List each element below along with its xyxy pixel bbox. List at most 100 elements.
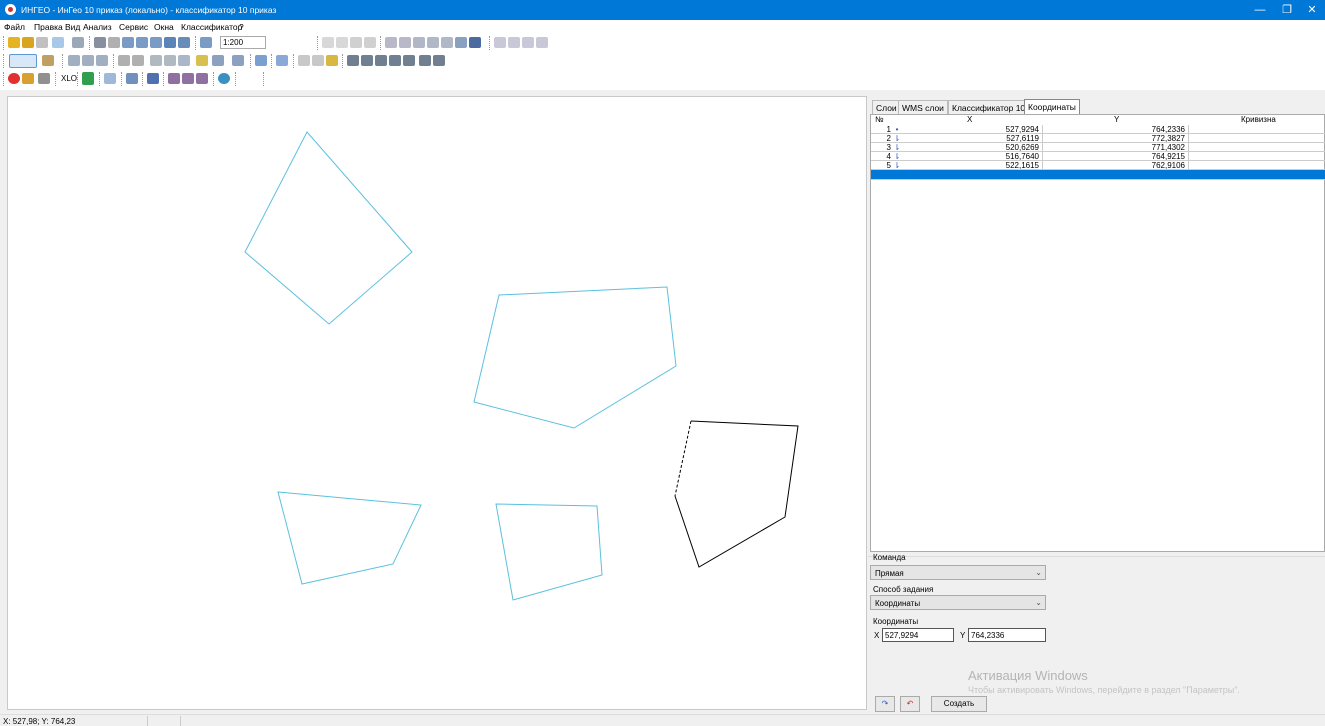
active-polygon-solid[interactable] [674,420,799,568]
search-icon[interactable] [104,73,116,84]
method-select[interactable]: Координаты ⌄ [870,595,1046,610]
menu-windows[interactable]: Окна [154,22,174,32]
clear-selection-icon[interactable] [522,37,534,48]
cell-y[interactable]: 771,4302 [1043,143,1189,152]
edit-mode-button[interactable] [9,54,37,68]
scale-object-icon[interactable] [96,55,108,66]
cell-x[interactable]: 522,1615 [903,161,1043,170]
table-row-new-selected[interactable] [871,170,1325,180]
move-object-icon[interactable] [68,55,80,66]
cell-x[interactable]: 527,9294 [903,125,1043,134]
cell-y[interactable]: 772,3827 [1043,134,1189,143]
unselect-icon[interactable] [494,37,506,48]
parcel-polygon-3[interactable] [277,491,422,585]
map-drawing[interactable] [8,97,868,711]
measure-area-icon[interactable] [182,73,194,84]
measure-icon[interactable] [168,73,180,84]
open-layer-icon[interactable] [8,37,20,48]
print-preview-icon[interactable] [52,37,64,48]
table-row[interactable]: 1 • 527,9294 764,2336 [871,125,1325,134]
parcel-polygon-2[interactable] [473,286,677,429]
topology-icon[interactable] [347,55,359,66]
zoom-scale-icon[interactable] [200,37,212,48]
topology-rules-icon[interactable] [403,55,415,66]
cell-y[interactable]: 762,9106 [1043,161,1189,170]
command-select[interactable]: Прямая ⌄ [870,565,1046,580]
select-object-icon[interactable] [385,37,397,48]
properties-icon[interactable] [350,37,362,48]
layer-edit-icon[interactable] [42,55,54,66]
undo-edit-icon[interactable] [255,55,267,66]
topology-build-icon[interactable] [389,55,401,66]
select-layer-icon[interactable] [455,37,467,48]
rotate-object-icon[interactable] [82,55,94,66]
menu-edit[interactable]: Правка [34,22,63,32]
layer-add-icon[interactable] [22,37,34,48]
tab-classifier[interactable]: Классификатор 10 [948,100,1030,114]
eraser-icon[interactable] [36,37,48,48]
menu-analysis[interactable]: Анализ [83,22,112,32]
cell-y[interactable]: 764,9215 [1043,152,1189,161]
zoom-in-icon[interactable] [136,37,148,48]
zoom-previous-icon[interactable] [178,37,190,48]
tab-coordinates[interactable]: Координаты [1024,99,1080,115]
document-icon[interactable] [364,37,376,48]
add-vertex-icon[interactable] [150,55,162,66]
table-icon[interactable] [212,55,224,66]
snap-edge-icon[interactable] [326,55,338,66]
menu-view[interactable]: Вид [65,22,80,32]
map-canvas[interactable] [7,96,867,710]
create-button[interactable]: Создать [931,696,987,712]
copy-icon[interactable] [322,37,334,48]
menu-classifier[interactable]: Классификатор [181,22,242,32]
cell-x[interactable]: 520,6269 [903,143,1043,152]
snap-vertex-icon[interactable] [312,55,324,66]
select-by-query-icon[interactable] [441,37,453,48]
zoom-extent-icon[interactable] [164,37,176,48]
invert-selection-icon[interactable] [508,37,520,48]
merge-icon[interactable] [196,55,208,66]
select-multiple-icon[interactable] [399,37,411,48]
draw-line-icon[interactable] [118,55,130,66]
network-icon[interactable] [147,73,159,84]
topology-check-icon[interactable] [361,55,373,66]
hatch-icon[interactable] [433,55,445,66]
cell-x[interactable]: 516,7640 [903,152,1043,161]
scale-input[interactable]: 1:200 [220,36,266,49]
globe-icon[interactable] [218,73,230,84]
kpt-import-icon[interactable] [82,72,94,85]
pan-hand-icon[interactable] [108,37,120,48]
table-edit-icon[interactable] [22,73,34,84]
x-coordinate-field[interactable]: 527,9294 [882,628,954,642]
table-row[interactable]: 3 ⇂ 520,6269 771,4302 [871,143,1325,152]
minimize-button[interactable]: — [1245,1,1275,19]
selection-settings-icon[interactable] [536,37,548,48]
zoom-out-icon[interactable] [150,37,162,48]
draw-polyline-icon[interactable] [132,55,144,66]
cell-y[interactable]: 764,2336 [1043,125,1189,134]
measure-angle-icon[interactable] [196,73,208,84]
redo-button[interactable]: ↷ [875,696,895,712]
table-row[interactable]: 4 ⇂ 516,7640 764,9215 [871,152,1325,161]
split-icon[interactable] [178,55,190,66]
table-row[interactable]: 5 ⇂ 522,1615 762,9106 [871,161,1325,170]
close-button[interactable]: ✕ [1297,1,1325,19]
delete-vertex-icon[interactable] [164,55,176,66]
tab-wms-layers[interactable]: WMS слои [898,100,948,114]
menu-help[interactable]: ? [239,22,244,32]
print-icon[interactable] [72,37,84,48]
tab-layers[interactable]: Слои [872,100,901,114]
fill-icon[interactable] [419,55,431,66]
xlo-button[interactable]: XLO [61,74,77,83]
snap-icon[interactable] [298,55,310,66]
select-style-icon[interactable] [469,37,481,48]
menu-file[interactable]: Файл [4,22,25,32]
select-area-icon[interactable] [413,37,425,48]
parcel-polygon-4[interactable] [495,503,603,601]
y-coordinate-field[interactable]: 764,2336 [968,628,1046,642]
table-row[interactable]: 2 ⇂ 527,6119 772,3827 [871,134,1325,143]
topology-fix-icon[interactable] [375,55,387,66]
stop-icon[interactable] [8,73,20,84]
attributes-icon[interactable] [232,55,244,66]
menu-service[interactable]: Сервис [119,22,148,32]
